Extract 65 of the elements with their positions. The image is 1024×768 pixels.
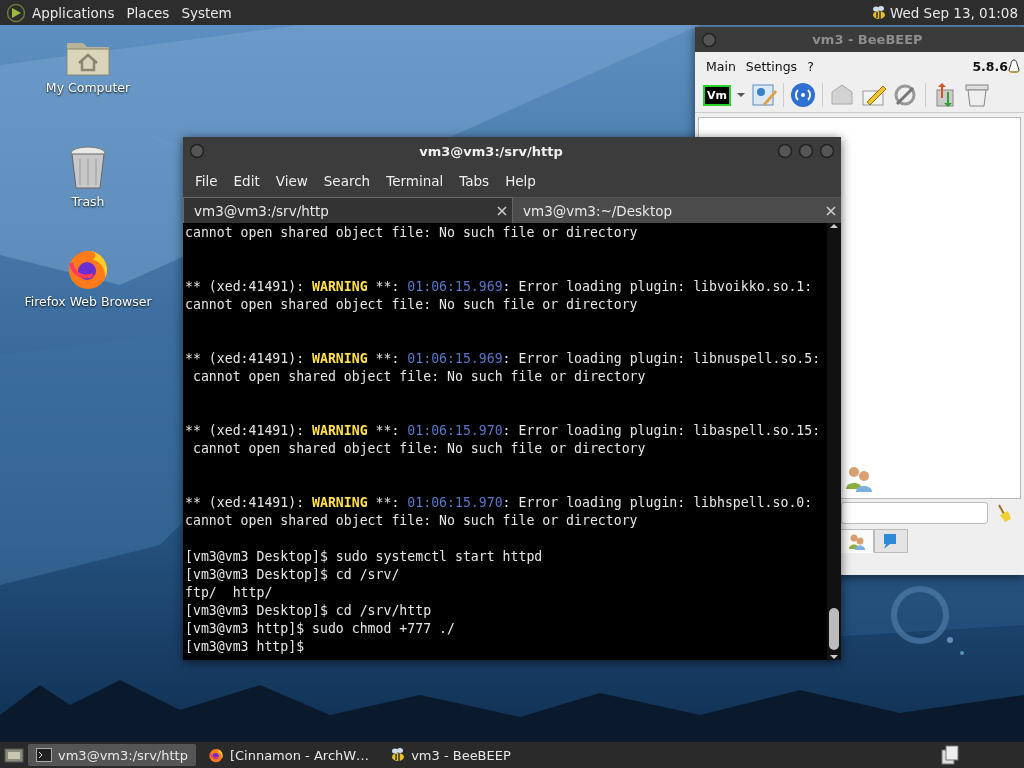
menu-item[interactable]: Help xyxy=(497,173,544,189)
profile-edit-icon[interactable] xyxy=(751,82,777,108)
scroll-down-icon[interactable] xyxy=(830,654,838,660)
terminal-line: [vm3@vm3 Desktop]$ cd /srv/ xyxy=(185,566,401,584)
terminal-line: cannot open shared object file: No such file or directory xyxy=(191,368,647,386)
window-menu-button[interactable] xyxy=(701,31,717,48)
taskbar-button[interactable]: [Cinnamon - ArchW… xyxy=(199,744,378,766)
account-button[interactable]: Vm xyxy=(703,84,731,106)
bin-icon[interactable] xyxy=(964,82,990,108)
trash-icon[interactable] xyxy=(68,145,108,191)
terminal-line: ** (xed:41491): WARNING **: 01:06:15.969: Error loading plugin: libvoikko.so.1: xyxy=(185,278,814,296)
close-icon[interactable] xyxy=(496,204,508,217)
close-icon[interactable] xyxy=(825,204,837,217)
terminal-line: cannot open shared object file: No such file or directory xyxy=(185,512,639,530)
users-icon xyxy=(848,532,866,550)
desktop-icon-label[interactable]: Firefox Web Browser xyxy=(24,294,152,309)
window-menu-button[interactable] xyxy=(189,143,205,159)
menu-item[interactable]: View xyxy=(267,173,316,189)
menu-item[interactable]: Tabs xyxy=(451,173,498,189)
tab[interactable] xyxy=(840,529,874,553)
terminal-line: cannot open shared object file: No such file or directory xyxy=(185,296,639,314)
menu-item[interactable]: File xyxy=(187,173,226,189)
terminal-line: [vm3@vm3 Desktop]$ cd /srv/http xyxy=(185,602,433,620)
workspace-icon[interactable] xyxy=(940,745,960,765)
scrollbar[interactable] xyxy=(827,223,841,660)
menu-item[interactable]: ? xyxy=(802,58,819,74)
menu-item[interactable]: Main xyxy=(701,58,741,74)
terminal-line: cannot open shared object file: No such file or directory xyxy=(191,440,647,458)
version-label: 5.8.6 xyxy=(972,58,1008,74)
menu-logo-icon[interactable] xyxy=(6,2,26,23)
menu-item[interactable]: Terminal xyxy=(378,173,452,189)
terminal-line: cannot open shared object file: No such file or directory xyxy=(185,224,639,242)
window-title: vm3 - BeeBEEP xyxy=(811,32,924,47)
caret-icon[interactable] xyxy=(737,92,745,98)
taskbar-button[interactable]: vm3@vm3:/srv/http xyxy=(28,744,196,766)
message-field[interactable] xyxy=(841,502,988,524)
close-button[interactable] xyxy=(819,143,835,159)
menu-item[interactable]: Settings xyxy=(740,58,803,74)
tab[interactable]: vm3@vm3:~/Desktop xyxy=(513,197,841,223)
panel-menu[interactable]: Applications xyxy=(26,4,121,21)
terminal-line: ** (xed:41491): WARNING **: 01:06:15.969: Error loading plugin: libnuspell.so.5: xyxy=(185,350,822,368)
minimize-button[interactable] xyxy=(777,143,793,159)
terminal-line: [vm3@vm3 http]$ xyxy=(185,638,306,656)
browser-icon[interactable] xyxy=(207,747,224,763)
maximize-button[interactable] xyxy=(798,143,814,159)
taskbar-button[interactable]: vm3 - BeeBEEP xyxy=(381,744,519,766)
menu-item[interactable]: Edit xyxy=(225,173,268,189)
terminal-line: ftp/ http/ xyxy=(185,584,274,602)
terminal-icon xyxy=(36,748,52,762)
panel-menu[interactable]: Places xyxy=(120,4,176,21)
terminal-line: [vm3@vm3 http]$ sudo chmod +777 ./ xyxy=(185,620,456,638)
chat-icon xyxy=(883,532,899,550)
menu-item[interactable]: Search xyxy=(315,173,379,189)
show-desktop-icon[interactable] xyxy=(4,746,24,764)
window-title: vm3@vm3:/srv/http xyxy=(418,143,564,159)
terminal-line: ** (xed:41491): WARNING **: 01:06:15.970: Error loading plugin: libaspell.so.15: xyxy=(185,422,822,440)
terminal-line: ** (xed:41491): WARNING **: 01:06:15.970: Error loading plugin: libhspell.so.0: xyxy=(185,494,814,512)
scrollbar-thumb[interactable] xyxy=(829,608,839,650)
wireless-icon[interactable] xyxy=(790,82,816,108)
panel-menu[interactable]: System xyxy=(175,4,238,21)
clock[interactable]: Wed Sep 13, 01:08 xyxy=(889,4,1018,21)
tab[interactable]: vm3@vm3:/srv/http xyxy=(183,197,513,223)
bee-icon xyxy=(389,747,406,763)
penguin-icon xyxy=(1008,59,1020,73)
terminal-line: [vm3@vm3 Desktop]$ sudo systemctl start httpd xyxy=(185,548,544,566)
